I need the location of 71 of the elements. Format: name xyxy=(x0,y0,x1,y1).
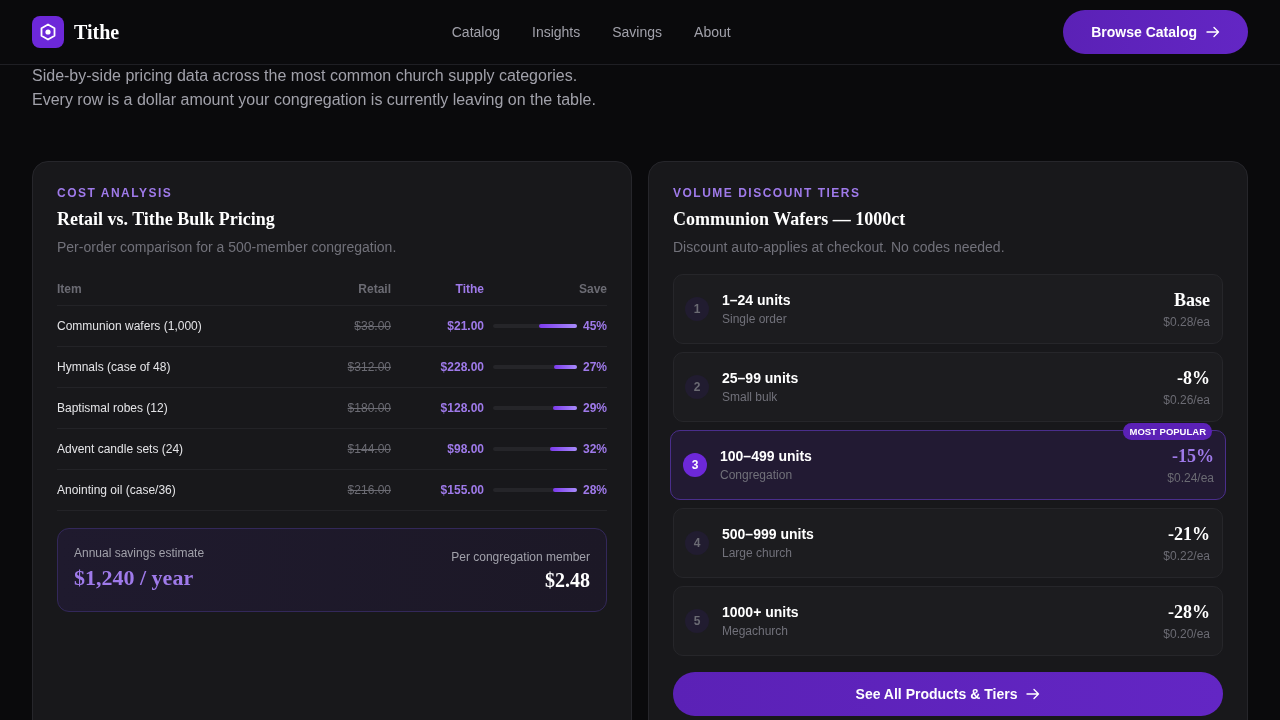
summary-label: Per congregation member xyxy=(451,549,590,565)
browse-catalog-button[interactable]: Browse Catalog xyxy=(1063,10,1248,54)
card-subtitle: Per-order comparison for a 500-member congregation. xyxy=(57,238,398,257)
tier-name: Large church xyxy=(722,545,794,561)
retail-price: $38.00 xyxy=(353,319,391,333)
tithe-price: $228.00 xyxy=(439,360,484,374)
tier-unit-price: $0.26/ea xyxy=(1163,391,1210,408)
savings-percent: 28% xyxy=(582,483,607,497)
tithe-price: $21.00 xyxy=(446,319,484,333)
retail-price: $144.00 xyxy=(346,442,391,456)
tier-discount: -28% xyxy=(1168,600,1210,623)
tier-name: Small bulk xyxy=(722,389,779,405)
section-eyebrow: VOLUME DISCOUNT TIERS xyxy=(673,185,862,201)
item-name: Baptismal robes (12) xyxy=(57,401,169,415)
tier-unit-price: $0.22/ea xyxy=(1163,547,1210,564)
nav-link[interactable]: Catalog xyxy=(451,22,500,42)
tithe-price: $155.00 xyxy=(439,483,484,497)
savings-percent: 32% xyxy=(582,442,607,456)
column-header: Tithe xyxy=(454,282,484,296)
tier-number: 5 xyxy=(685,609,709,633)
tithe-price: $98.00 xyxy=(446,442,484,456)
tier-discount: -21% xyxy=(1168,522,1210,545)
savings-percent: 45% xyxy=(582,319,607,333)
tier-number: 4 xyxy=(685,531,709,555)
arrow-right-icon xyxy=(1206,26,1220,38)
card-subtitle: Discount auto-applies at checkout. No codes needed. xyxy=(673,238,1006,257)
tier-discount: Base xyxy=(1174,288,1210,311)
tier-number: 2 xyxy=(685,375,709,399)
tier-name: Megachurch xyxy=(722,623,790,639)
tier-name: Congregation xyxy=(720,467,794,483)
summary-label: Annual savings estimate xyxy=(74,545,205,561)
hexagon-logo-icon xyxy=(32,16,64,48)
savings-percent: 27% xyxy=(582,360,607,374)
arrow-right-icon xyxy=(1026,688,1041,700)
intro-text: Side-by-side pricing data across the most common church supply categories. Every row is a dollar amount your congregation is currently leaving on the table. xyxy=(32,66,597,110)
per-member-value: $2.48 xyxy=(545,568,590,593)
nav-link[interactable]: Insights xyxy=(532,22,581,42)
savings-percent: 29% xyxy=(582,401,607,415)
retail-price: $216.00 xyxy=(346,483,391,497)
tier-range: 25–99 units xyxy=(722,369,800,387)
tier-range: 1–24 units xyxy=(722,291,792,309)
tier-unit-price: $0.24/ea xyxy=(1167,469,1214,486)
nav-link[interactable]: Savings xyxy=(612,22,663,42)
annual-savings-value: $1,240 / year xyxy=(74,564,195,592)
card-title: Communion Wafers — 1000ct xyxy=(673,208,907,231)
column-header: Item xyxy=(57,282,83,296)
tier-unit-price: $0.20/ea xyxy=(1163,625,1210,642)
column-header: Retail xyxy=(357,282,391,296)
item-name: Anointing oil (case/36) xyxy=(57,483,177,497)
card-title: Retail vs. Tithe Bulk Pricing xyxy=(57,208,276,231)
tier-number: 3 xyxy=(683,453,707,477)
tithe-price: $128.00 xyxy=(439,401,484,415)
item-name: Hymnals (case of 48) xyxy=(57,360,172,374)
tier-unit-price: $0.28/ea xyxy=(1163,313,1210,330)
tier-range: 100–499 units xyxy=(720,447,813,465)
brand-name: Tithe xyxy=(74,20,120,44)
item-name: Communion wafers (1,000) xyxy=(57,319,203,333)
nav-link[interactable]: About xyxy=(694,22,731,42)
tier-number: 1 xyxy=(685,297,709,321)
tier-discount: -8% xyxy=(1177,366,1210,389)
tier-range: 1000+ units xyxy=(722,603,800,621)
section-eyebrow: COST ANALYSIS xyxy=(57,185,174,201)
column-header: Save xyxy=(577,282,607,296)
tier-name: Single order xyxy=(722,311,788,327)
retail-price: $180.00 xyxy=(346,401,391,415)
tier-discount: -15% xyxy=(1172,444,1214,467)
item-name: Advent candle sets (24) xyxy=(57,442,185,456)
retail-price: $312.00 xyxy=(346,360,391,374)
see-all-products-button[interactable]: See All Products & Tiers xyxy=(673,672,1223,716)
popular-badge: MOST POPULAR xyxy=(1123,423,1212,440)
tier-range: 500–999 units xyxy=(722,525,815,543)
